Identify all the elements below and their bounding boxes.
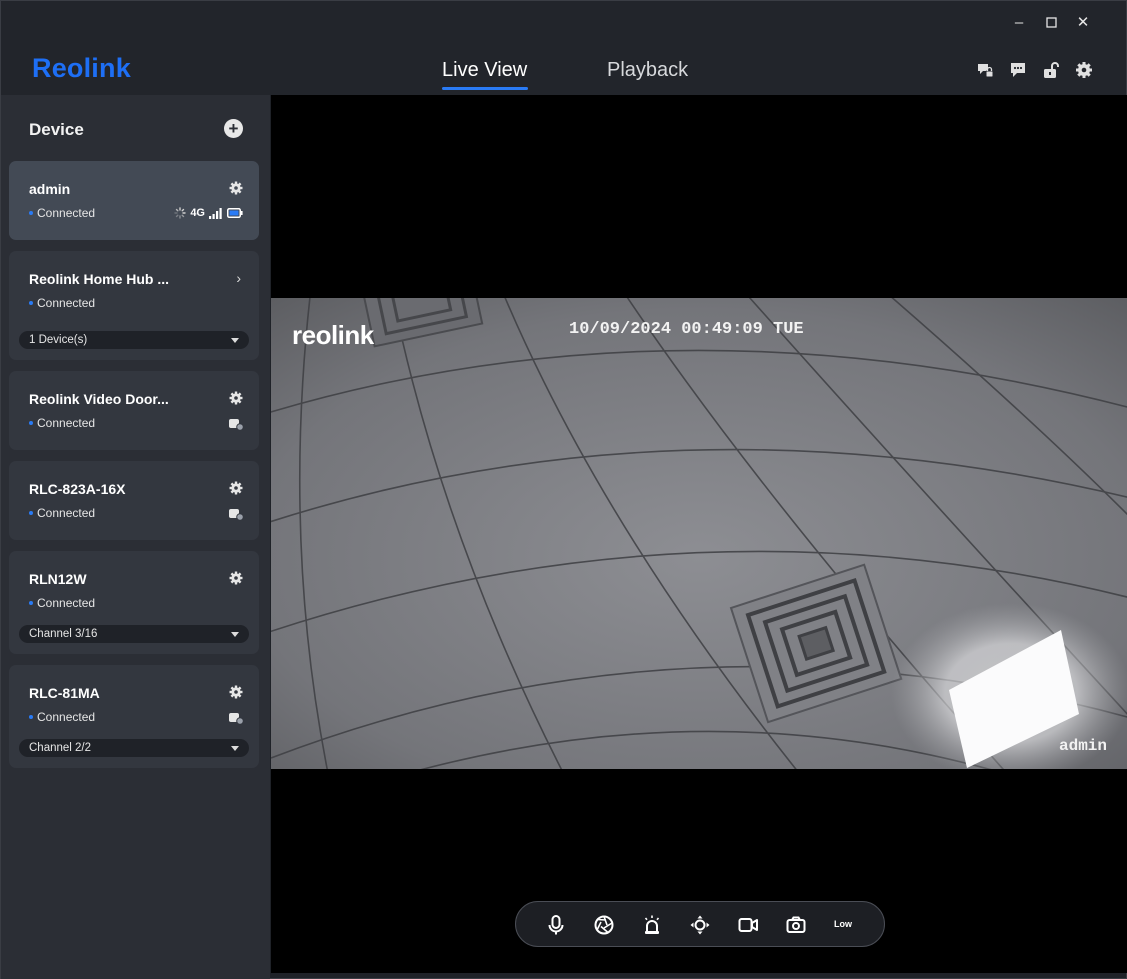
minimize-button[interactable]: – — [1004, 11, 1034, 35]
device-card-admin[interactable]: admin Connected 4G — [9, 161, 259, 240]
status-label: Connected — [37, 416, 96, 430]
status-dot — [29, 300, 33, 305]
status-label: Connected — [37, 596, 96, 610]
device-status: Connected — [29, 206, 95, 220]
chevron-down-icon — [231, 338, 239, 343]
snapshot-icon[interactable] — [785, 914, 807, 936]
device-status: Connected — [29, 596, 95, 610]
device-card-rlc-823a-16x[interactable]: RLC-823A-16X Connected — [9, 461, 259, 540]
status-label: Connected — [37, 206, 96, 220]
status-dot — [29, 420, 33, 425]
live-view-toolbar: Low — [515, 901, 885, 947]
chevron-down-icon — [231, 632, 239, 637]
microphone-icon[interactable] — [545, 914, 567, 936]
device-card-video-doorbell[interactable]: Reolink Video Door... Connected — [9, 371, 259, 450]
camera-storage-icon — [229, 713, 244, 725]
reolink-logo: Reolink — [32, 53, 131, 83]
record-video-icon[interactable] — [737, 914, 759, 936]
device-settings-icon[interactable] — [229, 685, 243, 699]
device-name: RLN12W — [29, 571, 87, 587]
device-card-home-hub[interactable]: Reolink Home Hub ... › Connected 1 Devic… — [9, 251, 259, 360]
osd-username: admin — [1058, 737, 1107, 755]
device-status: Connected — [29, 296, 95, 310]
hub-devices-dropdown[interactable]: 1 Device(s) — [19, 331, 249, 349]
device-sidebar: Device + admin Connected 4G Reolink Home… — [1, 95, 270, 979]
device-signal-indicators: 4G — [174, 206, 243, 220]
dropdown-value: Channel 2/2 — [29, 742, 92, 754]
device-name: Reolink Home Hub ... — [29, 271, 170, 287]
device-card-rlc-81ma[interactable]: RLC-81MA Connected Channel 2/2 — [9, 665, 259, 768]
close-button[interactable]: ✕ — [1068, 11, 1098, 35]
status-dot — [29, 510, 33, 515]
device-settings-icon[interactable] — [229, 481, 243, 495]
device-status: Connected — [29, 506, 95, 520]
tab-live-view[interactable]: Live View — [442, 59, 527, 82]
device-name: admin — [29, 181, 71, 197]
camera-storage-icon — [229, 509, 244, 521]
active-tab-indicator — [442, 87, 528, 90]
stream-quality-button[interactable]: Low — [834, 919, 852, 929]
unlock-icon[interactable] — [1042, 61, 1060, 79]
channel-dropdown[interactable]: Channel 2/2 — [19, 739, 249, 757]
device-settings-icon[interactable] — [229, 571, 243, 585]
ceiling-video-frame — [271, 298, 1127, 769]
osd-logo: reolink — [292, 320, 374, 350]
add-device-button[interactable]: + — [224, 119, 243, 138]
device-card-rln12w[interactable]: RLN12W Connected Channel 3/16 — [9, 551, 259, 654]
maximize-button[interactable] — [1036, 11, 1066, 35]
tab-playback[interactable]: Playback — [607, 59, 688, 82]
battery-icon — [227, 208, 243, 218]
status-label: Connected — [37, 296, 96, 310]
device-name: RLC-823A-16X — [29, 481, 126, 497]
aperture-icon[interactable] — [593, 914, 615, 936]
siren-icon[interactable] — [641, 914, 663, 936]
device-name: RLC-81MA — [29, 685, 100, 701]
dropdown-value: Channel 3/16 — [29, 628, 98, 640]
live-view-area[interactable]: reolink 10/09/2024 00:49:09 TUE admin Lo… — [271, 95, 1127, 973]
camera-storage-icon — [229, 419, 244, 431]
sidebar-title: Device — [29, 120, 84, 139]
chevron-down-icon — [231, 746, 239, 751]
title-bar: – ✕ Reolink Live View Playback — [1, 1, 1126, 95]
app-window: – ✕ Reolink Live View Playback Device + … — [0, 0, 1127, 979]
device-settings-icon[interactable] — [229, 391, 243, 405]
chevron-right-icon[interactable]: › — [236, 270, 241, 286]
dropdown-value: 1 Device(s) — [29, 334, 88, 346]
channel-dropdown[interactable]: Channel 3/16 — [19, 625, 249, 643]
status-label: Connected — [37, 710, 96, 724]
cellular-signal-icon — [209, 207, 222, 219]
message-lock-icon[interactable] — [976, 61, 994, 79]
loading-icon — [174, 207, 187, 219]
device-settings-icon[interactable] — [229, 181, 243, 195]
gear-icon[interactable] — [1075, 61, 1093, 79]
device-name: Reolink Video Door... — [29, 391, 169, 407]
maximize-icon — [1045, 17, 1057, 28]
device-status: Connected — [29, 710, 95, 724]
osd-timestamp: 10/09/2024 00:49:09 TUE — [569, 320, 804, 339]
camera-feed[interactable]: reolink 10/09/2024 00:49:09 TUE admin — [271, 298, 1127, 769]
network-type-label: 4G — [190, 207, 205, 219]
status-dot — [29, 600, 33, 605]
status-dot — [29, 210, 33, 215]
ptz-control-icon[interactable] — [689, 914, 711, 936]
status-dot — [29, 714, 33, 719]
chat-icon[interactable] — [1009, 61, 1027, 79]
status-label: Connected — [37, 506, 96, 520]
device-status: Connected — [29, 416, 95, 430]
